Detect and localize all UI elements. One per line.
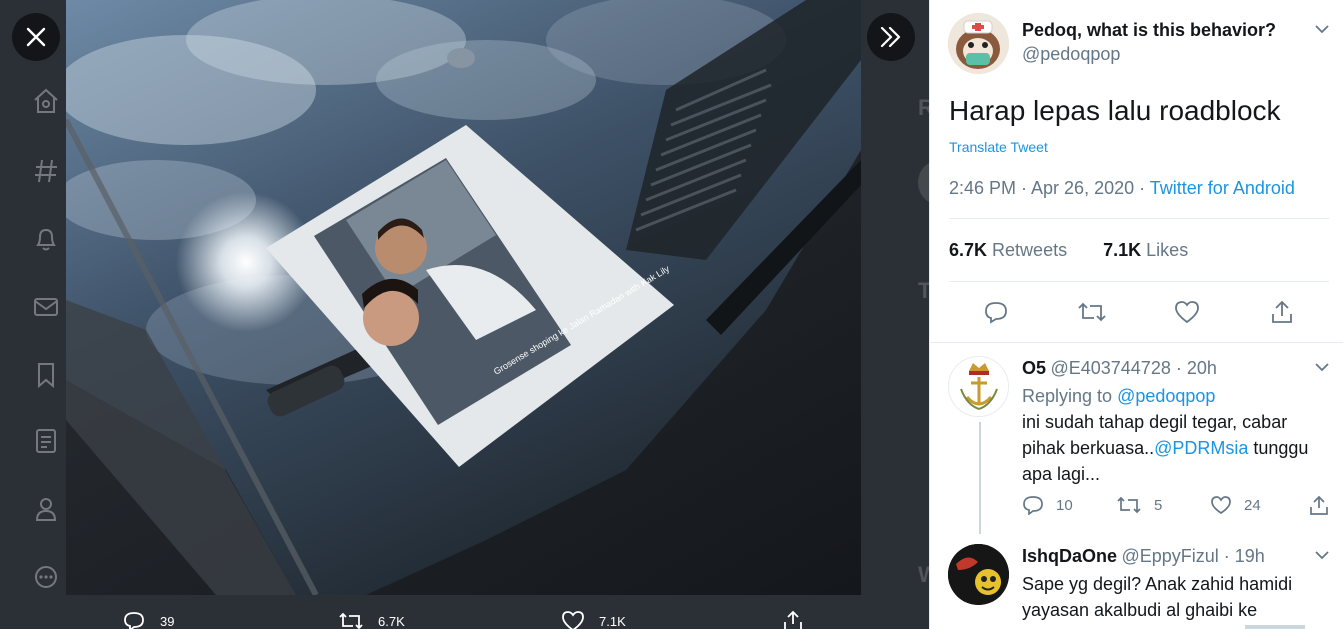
hashtag-icon <box>35 159 57 183</box>
media-retweet-button[interactable]: 6.7K <box>338 610 405 629</box>
reply-header: O5 @E403744728 · 20h <box>1022 358 1217 379</box>
media-like-count: 7.1K <box>599 613 626 629</box>
divider <box>949 218 1329 219</box>
reply-button[interactable] <box>980 296 1012 328</box>
mail-icon <box>34 298 58 316</box>
reply-action-bar: 10 5 24 <box>1022 495 1332 517</box>
profile-icon <box>35 498 57 521</box>
media-like-button[interactable]: 7.1K <box>561 610 626 629</box>
background-sidebar <box>0 0 70 629</box>
author-name[interactable]: Pedoq, what is this behavior? <box>1022 20 1276 41</box>
reply-author-handle[interactable]: @EppyFizul · 19h <box>1121 546 1264 566</box>
tweet-photo: Grosense shoping ke Jalan Ramadan with K… <box>66 0 861 595</box>
media-share-button[interactable] <box>781 610 805 629</box>
close-icon <box>26 27 46 47</box>
tweet-metadata: 2:46 PM · Apr 26, 2020 · Twitter for And… <box>949 178 1295 199</box>
media-reply-count: 39 <box>160 613 175 629</box>
reply-tweet[interactable]: IshqDaOne @EppyFizul · 19h Sape yg degil… <box>930 538 1343 629</box>
tweet-timestamp[interactable]: 2:46 PM · Apr 26, 2020 · <box>949 178 1150 198</box>
reply-like-button[interactable]: 24 <box>1210 495 1261 515</box>
thread-line <box>979 422 981 534</box>
likes-label: Likes <box>1146 240 1189 260</box>
bookmark-icon <box>38 363 54 389</box>
replying-to-link[interactable]: @pedoqpop <box>1117 386 1215 406</box>
close-button[interactable] <box>12 13 60 61</box>
toggle-panel-button[interactable] <box>867 13 915 61</box>
naval-crest-avatar-image <box>949 357 1008 416</box>
more-icon <box>35 566 57 588</box>
author-handle[interactable]: @pedoqpop <box>1022 44 1120 65</box>
cartoon-avatar-image <box>948 544 1009 605</box>
media-reply-button[interactable]: 39 <box>122 610 174 629</box>
reply-header: IshqDaOne @EppyFizul · 19h <box>1022 546 1265 567</box>
list-icon <box>36 429 56 453</box>
chevron-down-icon[interactable] <box>1313 358 1331 376</box>
media-action-bar: 39 6.7K 7.1K <box>0 600 929 629</box>
tweet-detail-panel: Pedoq, what is this behavior? @pedoqpop … <box>929 0 1343 629</box>
retweet-icon <box>1117 496 1141 514</box>
tweet-text: Harap lepas lalu roadblock <box>949 95 1281 126</box>
reply-icon <box>124 612 144 629</box>
retweets-stat[interactable]: 6.7K Retweets <box>949 240 1067 260</box>
reply-icon <box>985 302 1007 324</box>
like-button[interactable] <box>1171 296 1203 328</box>
reply-text: ini sudah tahap degil tegar, cabar pihak… <box>1022 409 1332 487</box>
home-icon <box>34 88 58 113</box>
retweet-icon <box>339 612 363 629</box>
reply-avatar[interactable] <box>948 356 1009 417</box>
likes-stat[interactable]: 7.1K Likes <box>1103 240 1188 260</box>
heart-icon <box>1211 496 1231 515</box>
retweet-icon <box>1078 302 1106 322</box>
reply-retweet-button[interactable]: 5 <box>1116 495 1162 515</box>
author-avatar[interactable] <box>948 13 1009 74</box>
heart-icon <box>562 611 584 629</box>
reply-like-count: 24 <box>1244 496 1261 514</box>
reply-icon <box>1023 496 1043 515</box>
chevron-down-icon[interactable] <box>1313 20 1331 38</box>
tweet-source-link[interactable]: Twitter for Android <box>1150 178 1295 198</box>
reply-reply-button[interactable]: 10 <box>1022 495 1073 515</box>
reply-tweet[interactable]: O5 @E403744728 · 20h Replying to @pedoqp… <box>930 344 1343 538</box>
reply-retweet-count: 5 <box>1154 496 1163 514</box>
share-icon <box>1310 495 1328 515</box>
bell-icon <box>36 228 56 251</box>
reply-text: Sape yg degil? Anak zahid hamidi yayasan… <box>1022 574 1293 620</box>
reply-share-button[interactable] <box>1308 495 1330 515</box>
scrollbar-thumb[interactable] <box>1245 625 1305 629</box>
replying-to-label: Replying to <box>1022 386 1118 406</box>
divider <box>949 281 1329 282</box>
reply-author-name[interactable]: IshqDaOne <box>1022 546 1117 566</box>
background-timeline: R T W <box>860 0 929 629</box>
reply-reply-count: 10 <box>1056 496 1073 514</box>
heart-icon <box>1175 301 1199 324</box>
tweet-stats: 6.7K Retweets 7.1K Likes <box>949 240 1188 261</box>
retweets-label: Retweets <box>992 240 1068 260</box>
share-icon <box>784 610 802 629</box>
chevron-double-right-icon <box>880 26 901 48</box>
media-viewer: R T W Grosense shoping ke Jalan Ramadan … <box>0 0 929 629</box>
media-retweet-count: 6.7K <box>378 613 405 629</box>
share-icon <box>1272 300 1292 323</box>
replying-to-line: Replying to @pedoqpop <box>1022 383 1332 409</box>
share-button[interactable] <box>1266 296 1298 328</box>
main-tweet: Pedoq, what is this behavior? @pedoqpop … <box>930 0 1343 343</box>
reply-avatar[interactable] <box>948 544 1009 605</box>
retweet-button[interactable] <box>1076 296 1108 328</box>
chevron-down-icon[interactable] <box>1313 546 1331 564</box>
tweet-action-bar <box>930 296 1343 328</box>
translate-tweet-link[interactable]: Translate Tweet <box>949 139 1048 155</box>
doll-avatar-image <box>948 13 1009 74</box>
reply-author-handle[interactable]: @E403744728 · 20h <box>1050 358 1216 378</box>
reply-author-name[interactable]: O5 <box>1022 358 1046 378</box>
likes-value: 7.1K <box>1103 240 1142 260</box>
mention-link[interactable]: @PDRMsia <box>1154 438 1248 458</box>
windshield-photo-image: Grosense shoping ke Jalan Ramadan with K… <box>66 0 861 595</box>
retweets-value: 6.7K <box>949 240 988 260</box>
